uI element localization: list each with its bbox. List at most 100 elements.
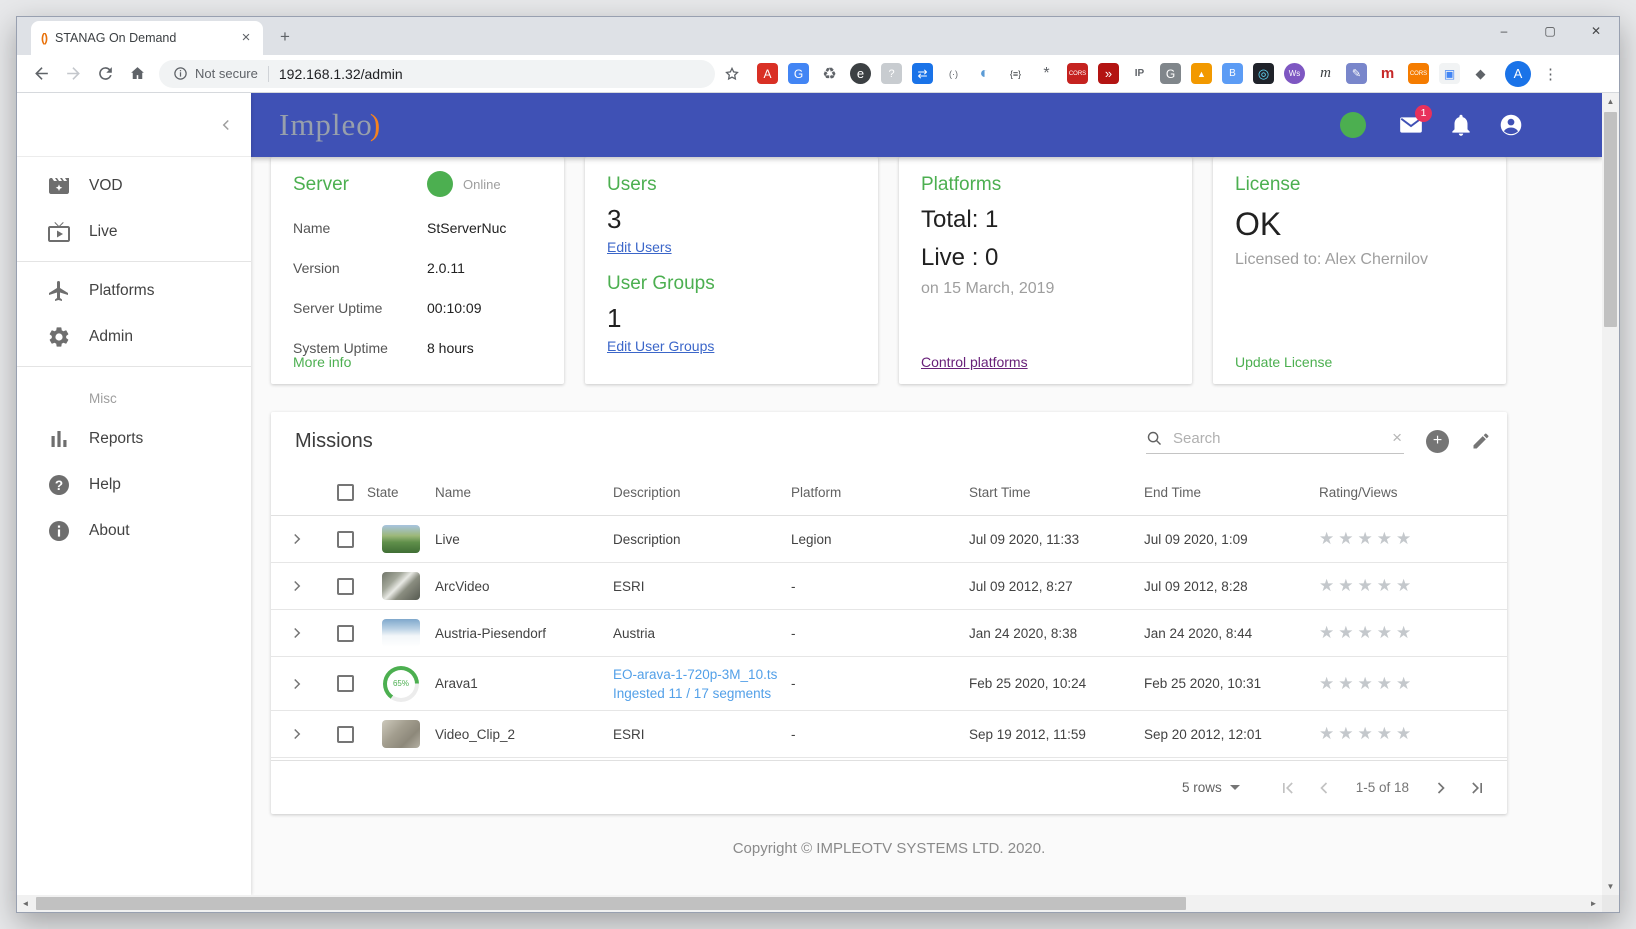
account-button[interactable] [1498, 112, 1524, 138]
add-mission-button[interactable]: + [1426, 429, 1449, 453]
url-text[interactable]: 192.168.1.32/admin [279, 66, 403, 82]
scroll-up-icon[interactable]: ▲ [1602, 93, 1619, 110]
rows-per-page-select[interactable]: 5 rows [1182, 780, 1240, 795]
new-tab-button[interactable]: + [271, 23, 299, 51]
recycle-icon[interactable]: ♻ [819, 63, 840, 84]
row-checkbox[interactable] [336, 675, 354, 692]
scroll-right-icon[interactable]: ► [1585, 899, 1602, 908]
rating-stars[interactable]: ★★★★★ [1319, 576, 1415, 595]
cors-red-icon[interactable]: CORS [1067, 63, 1088, 84]
sidebar-item-reports[interactable]: Reports [17, 416, 251, 462]
server-more-info-link[interactable]: More info [293, 354, 351, 370]
edit-missions-icon[interactable] [1471, 431, 1491, 451]
rating-stars[interactable]: ★★★★★ [1319, 674, 1415, 693]
row-expand-icon[interactable] [288, 624, 306, 642]
react-icon[interactable]: ◎ [1253, 63, 1274, 84]
last-page-button[interactable] [1463, 774, 1491, 802]
previous-page-button[interactable] [1310, 774, 1338, 802]
row-checkbox[interactable] [336, 624, 354, 642]
search-input[interactable] [1173, 429, 1391, 447]
horizontal-scroll-thumb[interactable] [36, 897, 1186, 910]
mail-button[interactable]: 1 [1398, 105, 1432, 138]
browser-menu-icon[interactable]: ⋮ [1543, 65, 1558, 83]
sidebar-item-admin[interactable]: Admin [17, 314, 251, 360]
control-platforms-link[interactable]: Control platforms [921, 354, 1028, 370]
tag-icon[interactable]: B [1222, 63, 1243, 84]
horizontal-scrollbar[interactable]: ◄ ► [17, 895, 1602, 912]
row-expand-icon[interactable] [288, 577, 306, 595]
m-italic-icon[interactable]: m [1315, 63, 1336, 84]
sidebar-item-about[interactable]: About [17, 508, 251, 554]
rating-stars[interactable]: ★★★★★ [1319, 623, 1415, 642]
braces-icon[interactable]: {≡} [1005, 63, 1026, 84]
home-button[interactable] [123, 60, 151, 88]
column-header-state[interactable]: State [367, 485, 435, 500]
mission-name[interactable]: Live [435, 532, 613, 547]
paren-circle-icon[interactable]: (·) [943, 63, 964, 84]
puzzle-icon[interactable]: ◆ [1470, 63, 1491, 84]
m-red-icon[interactable]: m [1377, 63, 1398, 84]
rating-stars[interactable]: ★★★★★ [1319, 529, 1415, 548]
column-header-description[interactable]: Description [613, 485, 791, 500]
ws-icon[interactable]: Ws [1284, 63, 1305, 84]
first-page-button[interactable] [1274, 774, 1302, 802]
row-expand-icon[interactable] [288, 725, 306, 743]
browser-tab[interactable]: () STANAG On Demand × [31, 21, 263, 55]
edit-users-link[interactable]: Edit Users [607, 239, 672, 255]
g-gray-icon[interactable]: G [1160, 63, 1181, 84]
sidebar-collapse-icon[interactable] [217, 116, 235, 134]
mission-name[interactable]: ArcVideo [435, 579, 613, 594]
column-header-name[interactable]: Name [435, 485, 613, 500]
row-checkbox[interactable] [336, 725, 354, 743]
mission-thumbnail[interactable] [382, 720, 420, 748]
column-header-end-time[interactable]: End Time [1144, 485, 1319, 500]
rating-stars[interactable]: ★★★★★ [1319, 724, 1415, 743]
window-minimize-button[interactable]: – [1481, 17, 1527, 47]
photos-icon[interactable]: ▣ [1439, 63, 1460, 84]
row-expand-icon[interactable] [288, 530, 306, 548]
mission-thumbnail[interactable] [382, 525, 420, 553]
next-page-button[interactable] [1427, 774, 1455, 802]
column-header-start-time[interactable]: Start Time [969, 485, 1144, 500]
sidebar-item-help[interactable]: ? Help [17, 462, 251, 508]
sidebar-item-live[interactable]: Live [17, 209, 251, 255]
translate-icon[interactable]: G [788, 63, 809, 84]
window-close-button[interactable]: ✕ [1573, 17, 1619, 47]
address-bar[interactable]: Not secure 192.168.1.32/admin [159, 59, 715, 88]
refresh-button[interactable] [91, 60, 119, 88]
ip-lookup-icon[interactable]: IP [1129, 63, 1150, 84]
notes-icon[interactable]: ✎ [1346, 63, 1367, 84]
row-expand-icon[interactable] [288, 675, 306, 693]
tab-swap-icon[interactable]: ⇄ [912, 63, 933, 84]
mission-thumbnail[interactable] [382, 619, 420, 647]
screen-capture-icon[interactable]: ? [881, 63, 902, 84]
window-maximize-button[interactable]: ▢ [1527, 17, 1573, 47]
edit-user-groups-link[interactable]: Edit User Groups [607, 338, 714, 354]
vertical-scrollbar[interactable]: ▲ ▼ [1602, 93, 1619, 895]
search-clear-icon[interactable]: × [1390, 428, 1404, 448]
back-button[interactable] [27, 60, 55, 88]
info-icon[interactable] [173, 66, 188, 81]
tab-close-icon[interactable]: × [237, 29, 255, 47]
swirl-icon[interactable]: ◐ [974, 63, 995, 84]
mission-thumbnail[interactable] [382, 572, 420, 600]
forward-button[interactable] [59, 60, 87, 88]
column-header-platform[interactable]: Platform [791, 485, 969, 500]
ingest-file-name[interactable]: EO-arava-1-720p-3M_10.ts [613, 665, 791, 684]
scroll-down-icon[interactable]: ▼ [1602, 878, 1619, 895]
notifications-bell-icon[interactable] [1448, 112, 1474, 138]
analytics-icon[interactable]: ▲ [1191, 63, 1212, 84]
mission-name[interactable]: Austria-Piesendorf [435, 626, 613, 641]
cors-orange-icon[interactable]: CORS [1408, 63, 1429, 84]
row-checkbox[interactable] [336, 577, 354, 595]
row-checkbox[interactable] [336, 530, 354, 548]
update-license-link[interactable]: Update License [1235, 354, 1332, 370]
spider-icon[interactable]: * [1036, 63, 1057, 84]
mission-name[interactable]: Video_Clip_2 [435, 727, 613, 742]
scroll-left-icon[interactable]: ◄ [17, 899, 34, 908]
sidebar-item-platforms[interactable]: Platforms [17, 268, 251, 314]
profile-avatar[interactable]: A [1505, 60, 1531, 87]
bookmark-star-icon[interactable] [719, 61, 745, 87]
edge-e-icon[interactable]: e [850, 63, 871, 84]
vertical-scroll-thumb[interactable] [1604, 112, 1617, 327]
